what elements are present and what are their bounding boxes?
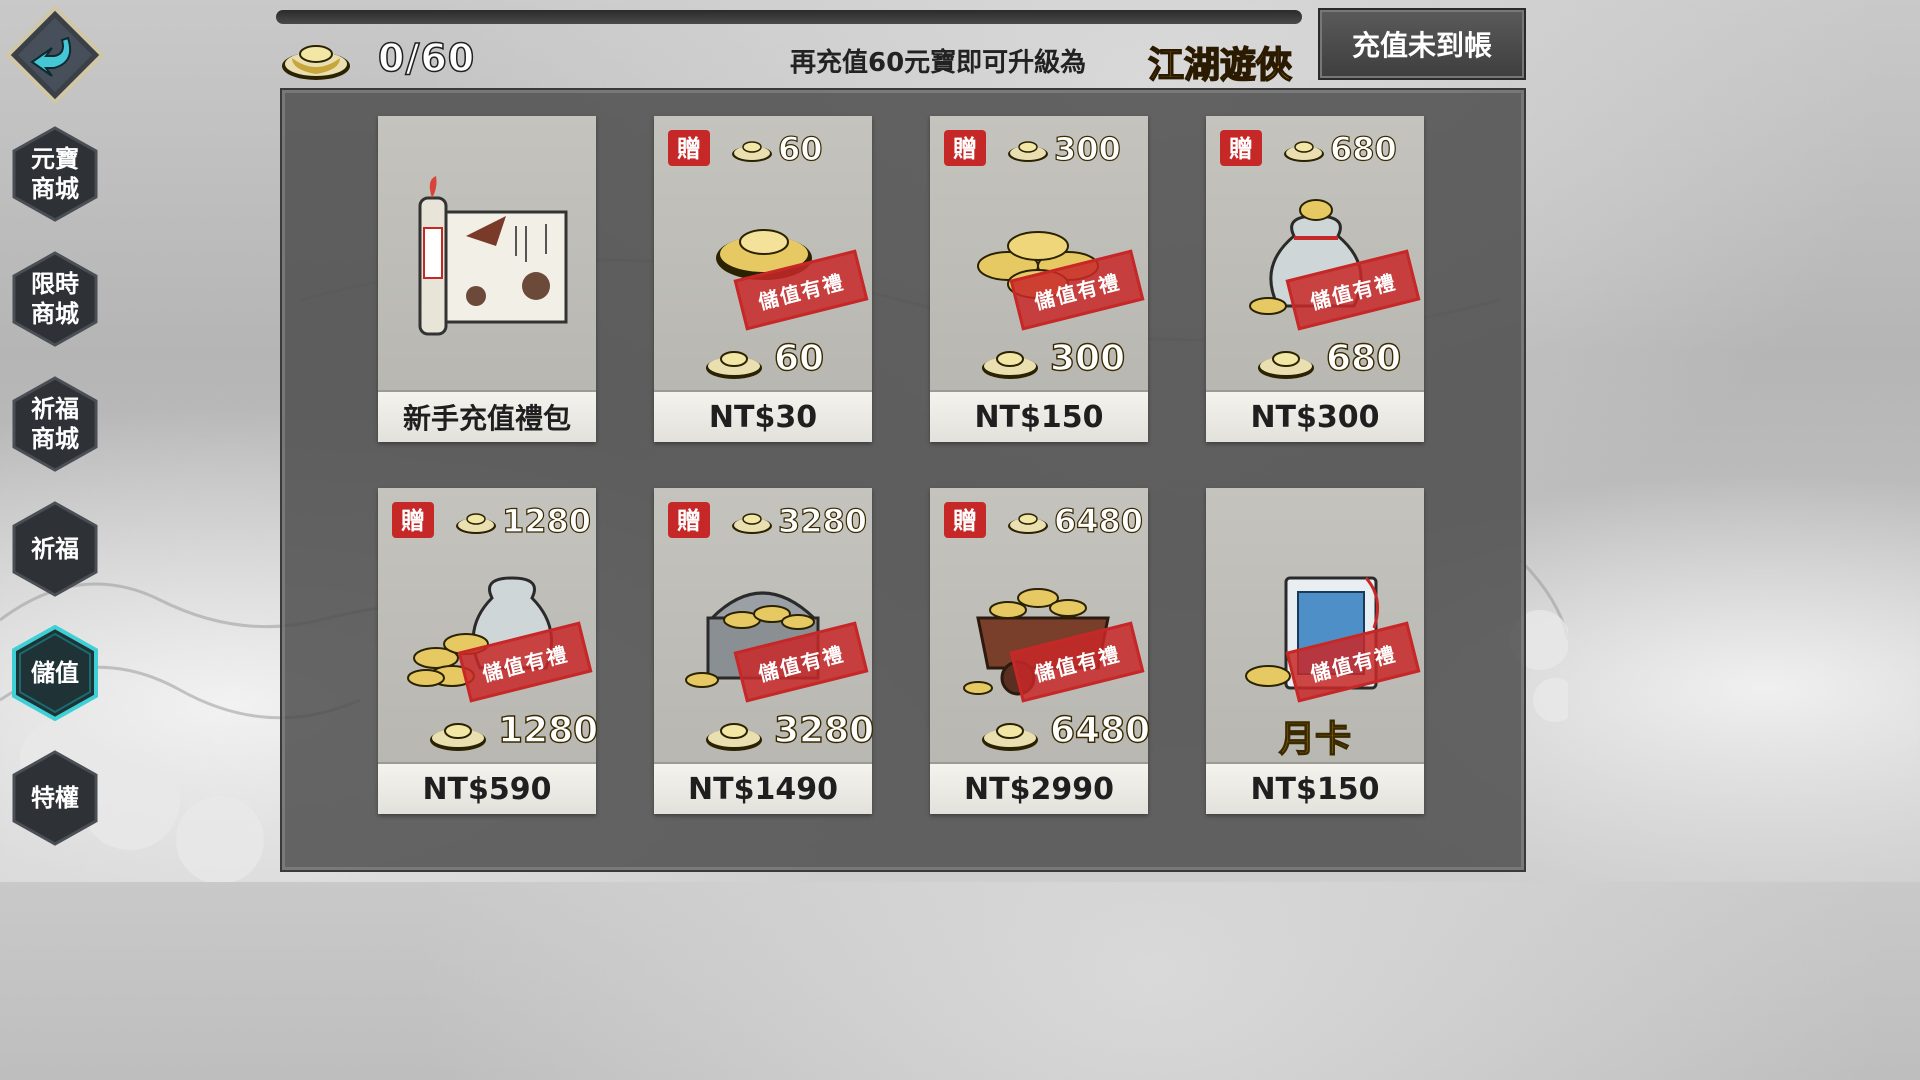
gold-ingot-icon <box>732 141 772 162</box>
monthly-card-label: 月卡 <box>1278 718 1351 760</box>
price-label: NT$150 <box>1206 762 1424 814</box>
nav-label: 元寶 商城 <box>31 145 79 203</box>
gold-ingot-icon <box>1258 351 1314 379</box>
price-label: NT$2990 <box>930 762 1148 814</box>
gold-ingot-icon <box>732 513 772 534</box>
gold-ingot-icon <box>1284 141 1324 162</box>
bonus-amount: 6480 <box>1053 501 1144 540</box>
nav-blessing[interactable]: 祈福 <box>12 501 98 597</box>
nav-ingot-shop[interactable]: 元寶 商城 <box>12 126 98 222</box>
gift-seal-icon: 贈 <box>392 502 434 538</box>
gift-seal-char: 贈 <box>953 507 977 535</box>
bonus-amount: 60 <box>777 129 823 168</box>
gift-seal-icon: 贈 <box>668 130 710 166</box>
gold-ingot-icon <box>1008 141 1048 162</box>
nav-label: 儲值 <box>31 659 79 687</box>
nav-label: 特權 <box>31 784 79 812</box>
gift-seal-char: 贈 <box>953 135 977 163</box>
price-label: NT$300 <box>1206 390 1424 442</box>
gold-ingot-icon <box>706 723 762 751</box>
recharge-card-3280[interactable]: 贈 3280 儲值有禮 3280 NT$1490 <box>654 488 875 814</box>
starter-pack-title: 新手充值禮包 <box>378 390 596 442</box>
gift-seal-char: 贈 <box>1229 135 1253 163</box>
bonus-amount: 1280 <box>501 501 592 540</box>
price-label: NT$150 <box>930 390 1148 442</box>
gold-ingot-icon <box>982 723 1038 751</box>
recharge-card-300[interactable]: 贈 300 儲值有禮 300 NT$150 <box>930 116 1148 442</box>
gold-ingot-icon <box>1008 513 1048 534</box>
bonus-amount: 680 <box>1329 129 1397 168</box>
gold-ingot-icon <box>706 351 762 379</box>
gift-seal-char: 贈 <box>677 135 701 163</box>
gift-seal-char: 贈 <box>401 507 425 535</box>
gold-ingot-icon <box>430 723 486 751</box>
nav-limited-shop[interactable]: 限時 商城 <box>12 251 98 347</box>
gift-seal-icon: 贈 <box>668 502 710 538</box>
recharge-card-6480[interactable]: 贈 6480 儲值有禮 6480 NT$2990 <box>930 488 1151 814</box>
nav-recharge[interactable]: 儲值 <box>12 625 98 721</box>
gift-seal-icon: 贈 <box>944 130 986 166</box>
bonus-amount: 3280 <box>777 501 868 540</box>
recharge-panel: 新手充值禮包 贈 60 儲值有禮 60 NT$30 贈 300 儲值有禮 300… <box>280 88 1526 872</box>
base-amount: 6480 <box>1049 709 1151 751</box>
nav-label: 祈福 商城 <box>31 395 79 453</box>
base-amount: 60 <box>773 337 825 379</box>
base-amount: 1280 <box>497 709 599 751</box>
recharge-card-680[interactable]: 贈 680 儲值有禮 680 NT$300 <box>1206 116 1424 442</box>
back-button[interactable] <box>6 6 104 104</box>
price-label: NT$590 <box>378 762 596 814</box>
price-label: NT$1490 <box>654 762 872 814</box>
scroll-icon <box>418 176 568 336</box>
gift-seal-icon: 贈 <box>1220 130 1262 166</box>
progress-track <box>276 10 1302 24</box>
nav-blessing-shop[interactable]: 祈福 商城 <box>12 376 98 472</box>
nav-label: 限時 商城 <box>31 270 79 328</box>
nav-label: 祈福 <box>31 535 79 563</box>
recharge-not-received-button[interactable]: 充值未到帳 <box>1318 8 1526 80</box>
monthly-card[interactable]: 儲值有禮 月卡 NT$150 <box>1206 488 1424 814</box>
recharge-card-1280[interactable]: 贈 1280 儲值有禮 1280 NT$590 <box>378 488 599 814</box>
gift-seal-icon: 贈 <box>944 502 986 538</box>
base-amount: 680 <box>1325 337 1402 379</box>
next-rank-name: 江湖遊俠 <box>1147 44 1293 87</box>
gold-ingot-icon <box>456 513 496 534</box>
upgrade-hint: 再充值60元寶即可升級為 <box>790 48 1087 78</box>
price-label: NT$30 <box>654 390 872 442</box>
nav-privilege[interactable]: 特權 <box>12 750 98 846</box>
bonus-amount: 300 <box>1053 129 1121 168</box>
recharge-card-60[interactable]: 贈 60 儲值有禮 60 NT$30 <box>654 116 872 442</box>
gift-seal-char: 贈 <box>677 507 701 535</box>
gold-ingot-icon <box>282 45 350 80</box>
ingot-balance: 0/60 <box>377 35 476 81</box>
gold-ingot-icon <box>982 351 1038 379</box>
base-amount: 3280 <box>773 709 875 751</box>
starter-pack-card[interactable]: 新手充值禮包 <box>378 116 596 442</box>
base-amount: 300 <box>1049 337 1126 379</box>
